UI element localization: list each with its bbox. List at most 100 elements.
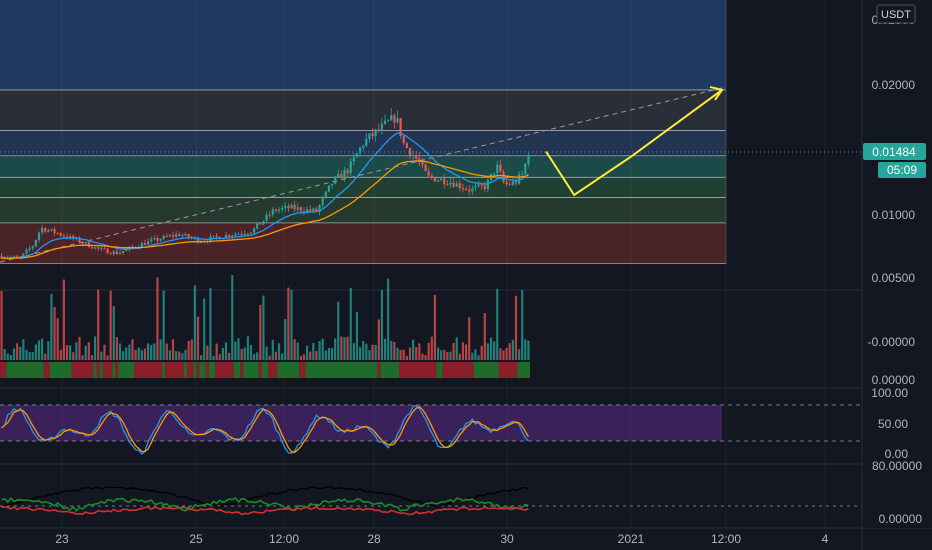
- volume-bar: [118, 343, 122, 360]
- time-label: 12:00: [711, 532, 741, 546]
- volume-bar: [430, 336, 433, 360]
- volume-bar: [56, 318, 59, 360]
- volume-bar: [212, 355, 215, 360]
- volume-bar: [327, 347, 331, 360]
- volume-bar: [243, 347, 246, 360]
- volume-bar: [396, 347, 399, 360]
- candle-body: [411, 155, 415, 157]
- ribbon-segment: [187, 362, 194, 378]
- fib-zone: [0, 197, 726, 223]
- candle-body: [464, 188, 468, 190]
- volume-bar: [352, 343, 355, 360]
- volume-bar: [252, 353, 256, 360]
- volume-bar: [0, 291, 3, 360]
- candle-body: [402, 136, 405, 144]
- volume-bar: [511, 339, 514, 360]
- candle-body: [146, 241, 150, 245]
- candle-body: [436, 180, 440, 182]
- candle-body: [252, 228, 256, 233]
- candle-body: [505, 181, 508, 185]
- time-axis[interactable]: [0, 528, 932, 550]
- volume-bar: [237, 338, 240, 360]
- candle-body: [168, 235, 172, 237]
- candle-body: [59, 233, 62, 236]
- candle-body: [140, 242, 143, 248]
- volume-bar: [203, 298, 206, 360]
- volume-bar: [446, 352, 449, 360]
- volume-bar: [187, 340, 190, 360]
- stoch-band: [0, 405, 722, 441]
- time-label: 25: [189, 532, 203, 546]
- ribbon-segment: [193, 362, 197, 378]
- candle-body: [153, 238, 156, 240]
- candle-body: [430, 175, 433, 178]
- candle-body: [527, 155, 530, 164]
- volume-bar: [474, 349, 477, 360]
- candle-body: [187, 234, 190, 238]
- ribbon-segment: [215, 362, 234, 378]
- candle-body: [312, 208, 315, 211]
- volume-bar: [246, 336, 249, 360]
- volume-bar: [69, 345, 72, 360]
- volume-bar: [330, 347, 334, 360]
- candle-body: [396, 117, 399, 123]
- volume-bar: [312, 342, 315, 360]
- candle-body: [340, 174, 343, 179]
- volume-bar: [524, 339, 527, 360]
- ribbon-segment: [165, 362, 184, 378]
- volume-bar: [231, 275, 234, 360]
- volume-bar: [464, 344, 468, 360]
- candle-body: [299, 207, 302, 212]
- candle-body: [56, 233, 59, 235]
- ribbon-segment: [277, 362, 300, 378]
- volume-bar: [305, 345, 309, 360]
- volume-bar: [405, 355, 408, 360]
- candle-body: [265, 214, 268, 221]
- candle-body: [115, 251, 119, 255]
- countdown: 05:09: [887, 163, 917, 177]
- volume-bar: [106, 355, 109, 360]
- candle-body: [499, 164, 502, 172]
- volume-bar: [337, 301, 340, 360]
- volume-bar: [340, 336, 343, 360]
- candle-body: [271, 209, 274, 215]
- volume-bar: [28, 351, 31, 360]
- ribbon-segment: [380, 362, 400, 378]
- candle-body: [358, 147, 362, 154]
- volume-bar: [206, 345, 209, 360]
- volume-bar: [171, 339, 175, 360]
- trading-chart[interactable]: 23 25 12:00 28 30 2021 12:00 4 0.02500 0…: [0, 0, 932, 550]
- candle-body: [427, 171, 430, 176]
- candle-body: [521, 173, 524, 175]
- candle-body: [514, 181, 518, 184]
- volume-bar: [193, 285, 196, 360]
- volume-bar: [365, 343, 368, 360]
- volume-bar: [87, 342, 90, 360]
- volume-label: -0.00000: [868, 335, 916, 349]
- candle-body: [452, 182, 455, 187]
- volume-bar: [502, 350, 505, 360]
- volume-bar: [259, 304, 262, 360]
- candle-body: [44, 228, 47, 232]
- ribbon-segment: [299, 362, 306, 378]
- ribbon-segment: [240, 362, 244, 378]
- volume-bar: [411, 339, 415, 360]
- volume-bar: [427, 342, 430, 360]
- volume-bar: [268, 355, 271, 360]
- volume-bar: [156, 277, 159, 360]
- volume-bar: [493, 341, 496, 360]
- candle-body: [477, 184, 480, 187]
- candle-body: [327, 185, 331, 192]
- candle-body: [109, 253, 112, 255]
- volume-bar: [433, 294, 437, 360]
- volume-bar: [358, 347, 362, 360]
- volume-bar: [159, 339, 162, 360]
- candle-body: [524, 163, 527, 174]
- candle-body: [337, 174, 340, 177]
- ribbon-segment: [305, 362, 378, 378]
- volume-bar: [184, 349, 187, 360]
- candle-body: [234, 234, 237, 236]
- volume-bar: [262, 295, 265, 360]
- candle-body: [178, 234, 181, 237]
- ribbon-segment: [233, 362, 241, 378]
